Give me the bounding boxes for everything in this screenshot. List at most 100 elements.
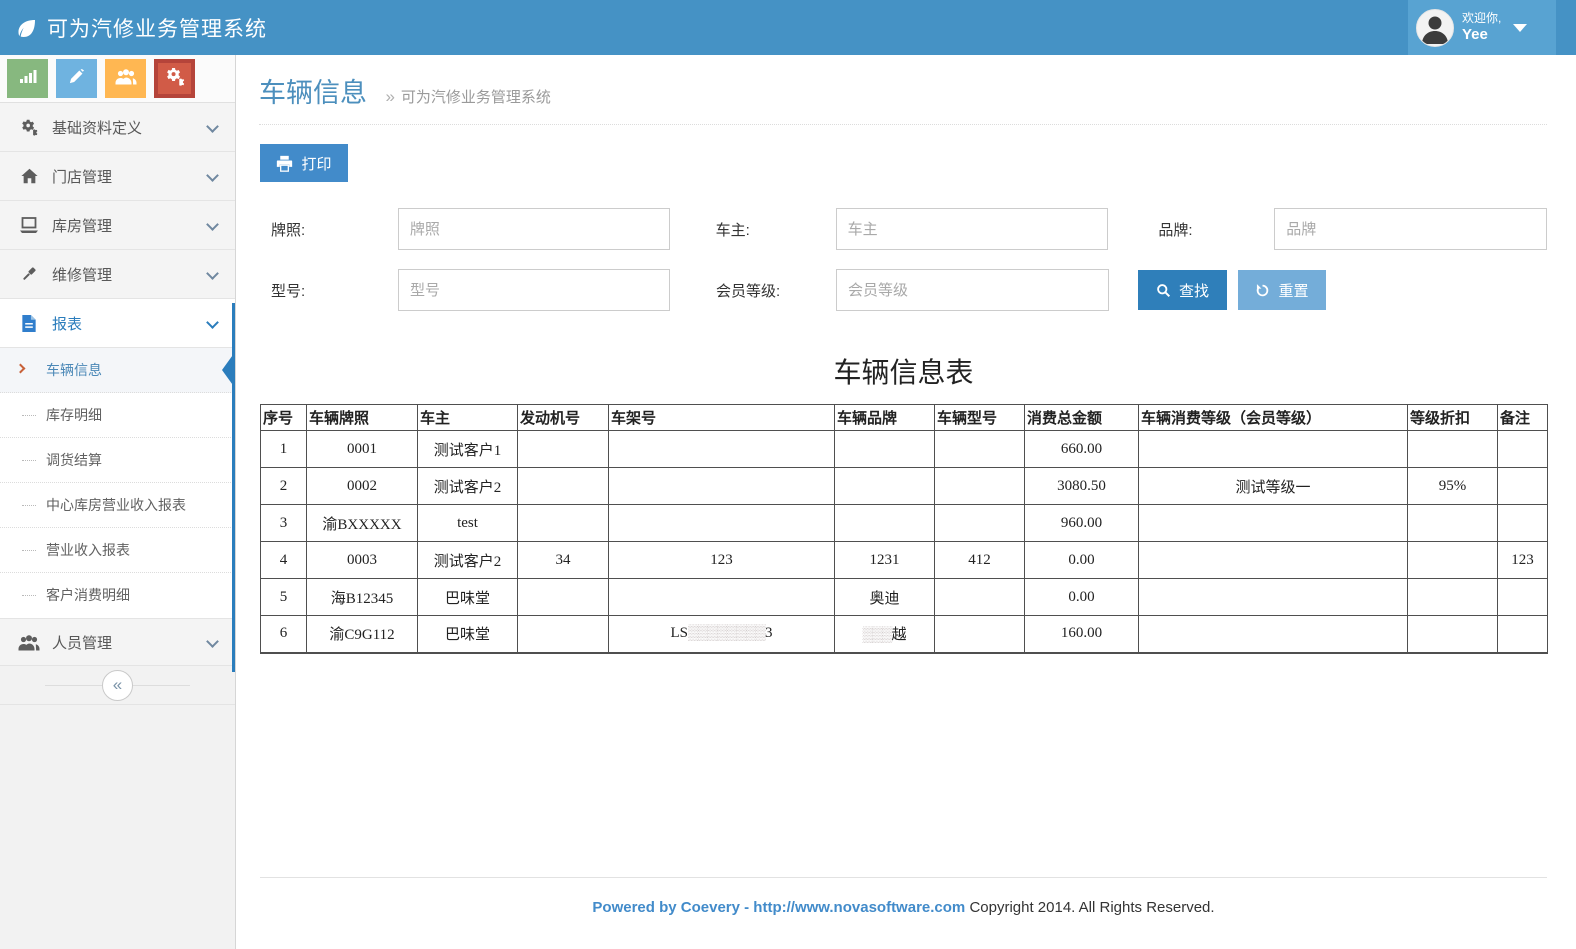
brand-input[interactable] (1274, 208, 1547, 250)
sidebar-item-label: 维修管理 (52, 264, 112, 285)
edit-shortcut-button[interactable] (56, 59, 97, 98)
submenu-item-label: 调货结算 (46, 452, 102, 468)
submenu-item-customer-consumption[interactable]: 客户消费明细 (0, 573, 235, 618)
welcome-text: 欢迎你, Yee (1462, 12, 1501, 43)
table-cell: 4 (261, 542, 307, 579)
user-menu[interactable]: 欢迎你, Yee (1408, 0, 1556, 55)
avatar (1416, 9, 1454, 47)
brand-label: 品牌: (1108, 219, 1274, 240)
sidebar-shortcuts (0, 55, 235, 103)
pencil-icon (68, 68, 85, 90)
table-cell (1498, 579, 1548, 616)
reset-button[interactable]: 重置 (1238, 270, 1326, 310)
table-cell (609, 505, 835, 542)
table-header-cell: 备注 (1498, 405, 1548, 431)
table-cell (518, 579, 609, 616)
users-group-icon (18, 634, 40, 651)
sidebar: 基础资料定义 门店管理 库房管理 维修管理 报表 车辆信息 (0, 55, 236, 949)
table-header-cell: 车架号 (609, 405, 835, 431)
license-input[interactable] (398, 208, 670, 250)
submenu-item-revenue-report[interactable]: 营业收入报表 (0, 528, 235, 573)
table-cell (1408, 542, 1498, 579)
table-header-cell: 车主 (418, 405, 518, 431)
table-row: 40003测试客户23412312314120.00123 (261, 542, 1548, 579)
bar-chart-icon (19, 68, 37, 89)
breadcrumb-separator-icon: » (385, 87, 394, 106)
table-cell: 渝BXXXXX (307, 505, 418, 542)
stats-shortcut-button[interactable] (7, 59, 48, 98)
powered-by-link[interactable]: Powered by Coevery - http://www.novasoft… (592, 899, 965, 916)
table-row: 20002测试客户23080.50测试等级一95% (261, 468, 1548, 505)
table-header-cell: 车辆牌照 (307, 405, 418, 431)
table-cell (1498, 431, 1548, 468)
table-header: 序号车辆牌照车主发动机号车架号车辆品牌车辆型号消费总金额车辆消费等级（会员等级）… (261, 405, 1548, 431)
table-cell: 3 (261, 505, 307, 542)
table-cell (935, 468, 1025, 505)
table-cell: 160.00 (1025, 616, 1139, 653)
owner-label: 车主: (670, 219, 836, 240)
breadcrumb: »可为汽修业务管理系统 (385, 86, 550, 107)
users-shortcut-button[interactable] (105, 59, 146, 98)
owner-input[interactable] (836, 208, 1109, 250)
table-cell (1139, 616, 1408, 653)
table-cell: 0001 (307, 431, 418, 468)
table-cell: test (418, 505, 518, 542)
submenu-item-label: 车辆信息 (46, 362, 102, 378)
redacted-blur: ▒▒▒▒▒▒▒▒ (688, 625, 765, 641)
table-cell: 测试客户2 (418, 468, 518, 505)
sidebar-item-repair-management[interactable]: 维修管理 (0, 250, 235, 299)
table-cell (518, 505, 609, 542)
active-menu-rail (232, 303, 235, 672)
page-title: 车辆信息 (259, 71, 367, 110)
table-cell (609, 431, 835, 468)
gears-icon (165, 67, 185, 91)
sidebar-item-basic-data[interactable]: 基础资料定义 (0, 103, 235, 152)
table-cell: 0002 (307, 468, 418, 505)
undo-icon (1255, 283, 1270, 298)
table-cell (935, 505, 1025, 542)
main-content: 车辆信息 »可为汽修业务管理系统 打印 牌照: 车主: 品牌: 型号: (237, 55, 1576, 949)
table-row: 6渝C9G112巴味堂LS▒▒▒▒▒▒▒▒3▒▒▒越160.00 (261, 616, 1548, 653)
sidebar-item-label: 门店管理 (52, 166, 112, 187)
app-header: 可为汽修业务管理系统 欢迎你, Yee (0, 0, 1576, 55)
table-header-cell: 车辆型号 (935, 405, 1025, 431)
table-cell: ▒▒▒越 (835, 616, 935, 653)
table-cell (609, 579, 835, 616)
settings-shortcut-button[interactable] (154, 59, 195, 98)
submenu-item-transfer-settlement[interactable]: 调货结算 (0, 438, 235, 483)
model-input[interactable] (398, 269, 670, 311)
page-head: 车辆信息 »可为汽修业务管理系统 (237, 55, 1576, 110)
submenu-item-central-warehouse-revenue[interactable]: 中心库房营业收入报表 (0, 483, 235, 528)
table-cell: 0003 (307, 542, 418, 579)
report-title: 车辆信息表 (260, 351, 1547, 391)
table-header-cell: 消费总金额 (1025, 405, 1139, 431)
table-cell (1139, 542, 1408, 579)
page-footer: Powered by Coevery - http://www.novasoft… (237, 877, 1576, 916)
search-button[interactable]: 查找 (1138, 270, 1227, 310)
table-cell: 3080.50 (1025, 468, 1139, 505)
submenu-item-vehicle-info[interactable]: 车辆信息 (0, 348, 235, 393)
table-cell: 6 (261, 616, 307, 653)
table-cell: 1231 (835, 542, 935, 579)
table-cell (835, 431, 935, 468)
table-header-cell: 序号 (261, 405, 307, 431)
username: Yee (1462, 26, 1501, 43)
submenu-item-inventory-detail[interactable]: 库存明细 (0, 393, 235, 438)
report-table: 序号车辆牌照车主发动机号车架号车辆品牌车辆型号消费总金额车辆消费等级（会员等级）… (260, 404, 1548, 654)
gears-icon (18, 118, 40, 136)
submenu-item-label: 中心库房营业收入报表 (46, 497, 186, 513)
sidebar-item-store-management[interactable]: 门店管理 (0, 152, 235, 201)
member-level-input[interactable] (836, 269, 1109, 311)
table-cell (835, 468, 935, 505)
print-button[interactable]: 打印 (260, 144, 348, 182)
desktop-icon (18, 216, 40, 234)
sidebar-collapse-row: « (0, 666, 235, 705)
sidebar-collapse-button[interactable]: « (102, 670, 133, 701)
sidebar-item-personnel-management[interactable]: 人员管理 (0, 619, 235, 666)
table-cell: 测试等级一 (1139, 468, 1408, 505)
printer-icon (276, 155, 293, 172)
sidebar-item-warehouse-management[interactable]: 库房管理 (0, 201, 235, 250)
sidebar-item-reports[interactable]: 报表 (0, 299, 235, 348)
table-row: 3渝BXXXXXtest960.00 (261, 505, 1548, 542)
table-row: 10001测试客户1660.00 (261, 431, 1548, 468)
